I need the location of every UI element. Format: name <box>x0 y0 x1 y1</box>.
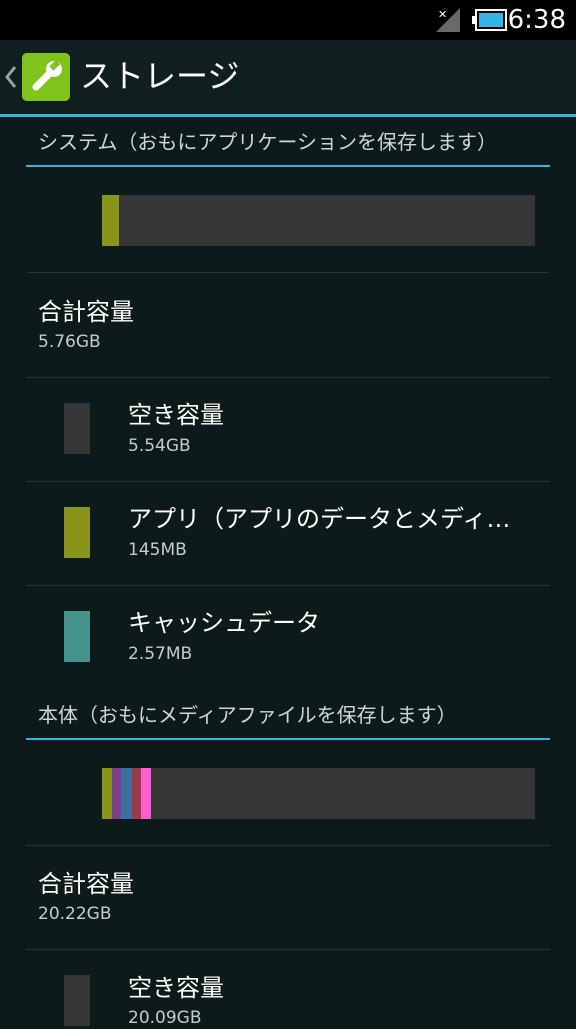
free-space-label: 空き容量 <box>128 401 224 429</box>
list-divider <box>26 949 550 950</box>
page-title: ストレージ <box>80 57 240 95</box>
list-divider <box>26 377 550 378</box>
usage-segment-segment-3 <box>121 768 132 819</box>
usage-segment-segment-4 <box>132 768 141 819</box>
battery-icon <box>472 9 507 31</box>
usage-segment-apps <box>102 195 119 246</box>
internal-section-header: 本体（おもにメディアファイルを保存します） <box>38 703 457 727</box>
section-divider <box>26 165 550 167</box>
cache-label: キャッシュデータ <box>128 609 320 637</box>
list-divider <box>26 481 550 482</box>
system-section-header: システム（おもにアプリケーションを保存します） <box>38 130 497 154</box>
list-divider <box>26 272 550 273</box>
apps-swatch <box>64 507 90 558</box>
total-capacity-label: 合計容量 <box>38 298 134 326</box>
free-space-value: 20.09GB <box>128 1008 202 1028</box>
apps-label: アプリ（アプリのデータとメディ… <box>128 505 511 533</box>
clock: 6:38 <box>507 5 566 35</box>
free-space-value: 5.54GB <box>128 436 191 456</box>
action-bar-divider <box>0 114 576 117</box>
status-bar: ✕ 6:38 <box>0 0 576 40</box>
list-divider <box>26 845 550 846</box>
usage-segment-free <box>151 768 535 819</box>
free-space-label: 空き容量 <box>128 974 224 1002</box>
usage-segment-segment-2 <box>112 768 121 819</box>
cache-swatch <box>64 611 90 662</box>
total-capacity-value: 5.76GB <box>38 332 101 352</box>
total-capacity-label: 合計容量 <box>38 870 134 898</box>
wrench-icon[interactable] <box>22 53 70 101</box>
free-space-swatch <box>64 403 90 454</box>
apps-value: 145MB <box>128 540 187 560</box>
free-space-swatch <box>64 975 90 1026</box>
list-divider <box>26 585 550 586</box>
section-divider <box>26 738 550 740</box>
usage-segment-free <box>119 195 535 246</box>
usage-segment-segment-5 <box>141 768 151 819</box>
system-usage-bar <box>102 195 535 246</box>
internal-usage-bar <box>102 768 535 819</box>
cache-value: 2.57MB <box>128 644 193 664</box>
chevron-left-icon[interactable] <box>4 62 18 92</box>
usage-segment-apps <box>102 768 112 819</box>
total-capacity-value: 20.22GB <box>38 904 112 924</box>
svg-text:✕: ✕ <box>438 8 447 21</box>
signal-no-service-icon: ✕ <box>436 8 460 32</box>
